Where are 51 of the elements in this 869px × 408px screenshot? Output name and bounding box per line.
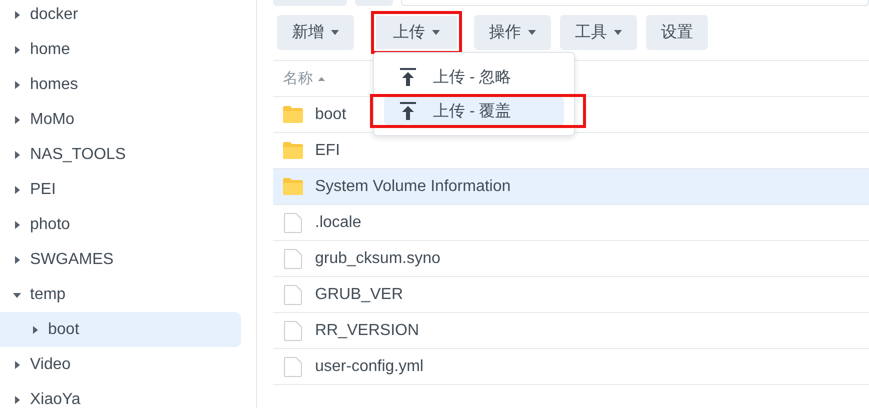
folder-tree-item[interactable]: docker [0, 0, 241, 32]
file-name: user-config.yml [315, 358, 424, 376]
caret-right-icon[interactable] [13, 116, 21, 124]
file-name: grub_cksum.syno [315, 250, 440, 268]
file-name: EFI [315, 142, 340, 160]
file-name: System Volume Information [315, 178, 511, 196]
file-row[interactable]: user-config.yml [273, 349, 869, 385]
caret-right-icon[interactable] [13, 150, 21, 158]
file-row[interactable]: GRUB_VER [273, 277, 869, 313]
caret-down-icon[interactable] [13, 290, 21, 298]
caret-right-icon[interactable] [13, 46, 21, 54]
folder-tree-item[interactable]: home [0, 32, 241, 67]
file-row[interactable]: grub_cksum.syno [273, 241, 869, 277]
file-row[interactable]: .locale [273, 205, 869, 241]
file-name: boot [315, 106, 346, 124]
caret-down-icon [331, 30, 339, 35]
file-name: .locale [315, 214, 362, 232]
caret-right-icon[interactable] [13, 10, 21, 18]
file-name: GRUB_VER [315, 286, 404, 304]
folder-tree-item[interactable]: XiaoYa [0, 382, 241, 408]
file-row[interactable]: System Volume Information [273, 169, 869, 205]
toolbar-button[interactable]: 工具 [560, 15, 637, 50]
caret-down-icon [432, 30, 440, 35]
folder-tree-item[interactable]: homes [0, 67, 241, 102]
upload-icon [400, 68, 416, 86]
file-row[interactable]: RR_VERSION [273, 313, 869, 349]
caret-right-icon[interactable] [13, 186, 21, 194]
folder-tree-item[interactable]: NAS_TOOLS [0, 137, 241, 172]
folder-tree-item[interactable]: photo [0, 207, 241, 242]
menu-item[interactable]: 上传 - 忽略 [384, 63, 564, 91]
toolbar-button[interactable]: 操作 [474, 15, 551, 50]
folder-tree-item[interactable]: MoMo [0, 102, 241, 137]
caret-right-icon[interactable] [13, 80, 21, 88]
toolbar-button[interactable]: 新增 [277, 15, 354, 50]
toolbar-button[interactable]: 上传 [371, 11, 462, 54]
caret-down-icon [614, 30, 622, 35]
folder-tree-item[interactable]: SWGAMES [0, 242, 241, 277]
caret-right-icon[interactable] [31, 326, 39, 334]
caret-right-icon[interactable] [13, 256, 21, 264]
folder-tree-item[interactable]: boot [0, 312, 241, 347]
menu-item[interactable]: 上传 - 覆盖 [384, 97, 564, 125]
file-name: RR_VERSION [315, 322, 420, 340]
caret-down-icon [528, 30, 536, 35]
caret-right-icon[interactable] [13, 220, 21, 228]
folder-tree-item[interactable]: Video [0, 347, 241, 382]
folder-tree-item[interactable]: temp [0, 277, 241, 312]
caret-right-icon[interactable] [13, 396, 21, 404]
toolbar-button[interactable]: 设置 [646, 15, 708, 50]
folder-tree-item[interactable]: PEI [0, 172, 241, 207]
caret-right-icon[interactable] [13, 360, 21, 368]
upload-icon [400, 102, 416, 120]
